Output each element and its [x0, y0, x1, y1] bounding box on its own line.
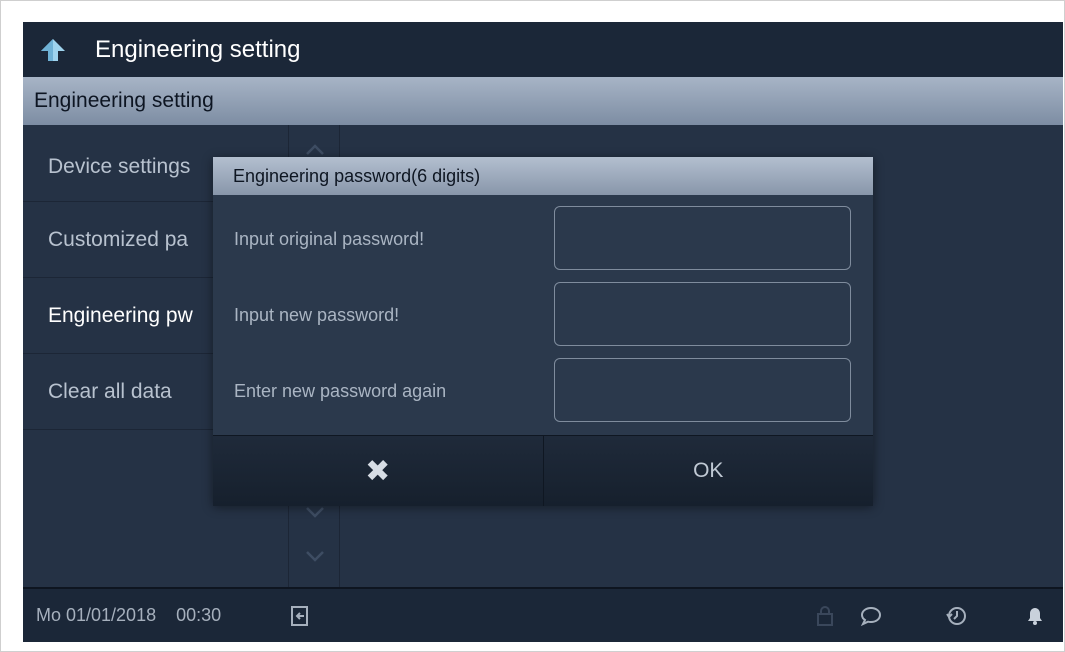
back-arrow-icon	[41, 38, 65, 61]
cancel-button[interactable]: ✖	[213, 436, 544, 506]
close-icon: ✖	[365, 454, 391, 488]
original-password-label: Input original password!	[234, 229, 425, 249]
menu-item-label: Device settings	[48, 155, 191, 178]
message-icon[interactable]	[859, 604, 883, 628]
back-button[interactable]	[23, 22, 83, 77]
menu-item-label: Engineering pw	[48, 303, 193, 327]
status-time: 00:30	[176, 605, 222, 625]
history-icon[interactable]	[945, 604, 969, 628]
chevron-down-icon[interactable]	[305, 549, 325, 563]
title-bar: Engineering setting	[23, 22, 1063, 77]
confirm-password-input[interactable]	[554, 358, 851, 422]
page-title: Engineering setting	[95, 35, 301, 63]
bell-icon[interactable]	[1023, 604, 1047, 628]
status-bar: Mo 01/01/2018 00:30	[23, 587, 1063, 642]
menu-item-label: Clear all data	[48, 379, 172, 403]
chevron-down-icon[interactable]	[305, 505, 325, 519]
dialog-title: Engineering password(6 digits)	[213, 157, 873, 195]
screen: Engineering setting Engineering setting …	[23, 22, 1063, 642]
status-date: Mo 01/01/2018	[36, 605, 157, 625]
exit-door-icon[interactable]	[288, 604, 312, 628]
section-header: Engineering setting	[23, 77, 1063, 125]
confirm-password-row: Enter new password again	[213, 358, 873, 424]
original-password-row: Input original password!	[213, 206, 873, 272]
chevron-up-icon[interactable]	[305, 143, 325, 157]
ok-button[interactable]: OK	[544, 436, 874, 506]
new-password-row: Input new password!	[213, 282, 873, 348]
ok-label: OK	[693, 459, 724, 482]
device-frame: Engineering setting Engineering setting …	[0, 0, 1065, 652]
original-password-input[interactable]	[554, 206, 851, 270]
new-password-input[interactable]	[554, 282, 851, 346]
password-dialog: Engineering password(6 digits) Input ori…	[213, 157, 873, 506]
new-password-label: Input new password!	[234, 305, 400, 325]
menu-item-label: Customized pa	[48, 227, 189, 251]
dialog-button-bar: ✖ OK	[213, 435, 873, 506]
lock-icon	[817, 606, 833, 626]
confirm-password-label: Enter new password again	[234, 381, 447, 401]
